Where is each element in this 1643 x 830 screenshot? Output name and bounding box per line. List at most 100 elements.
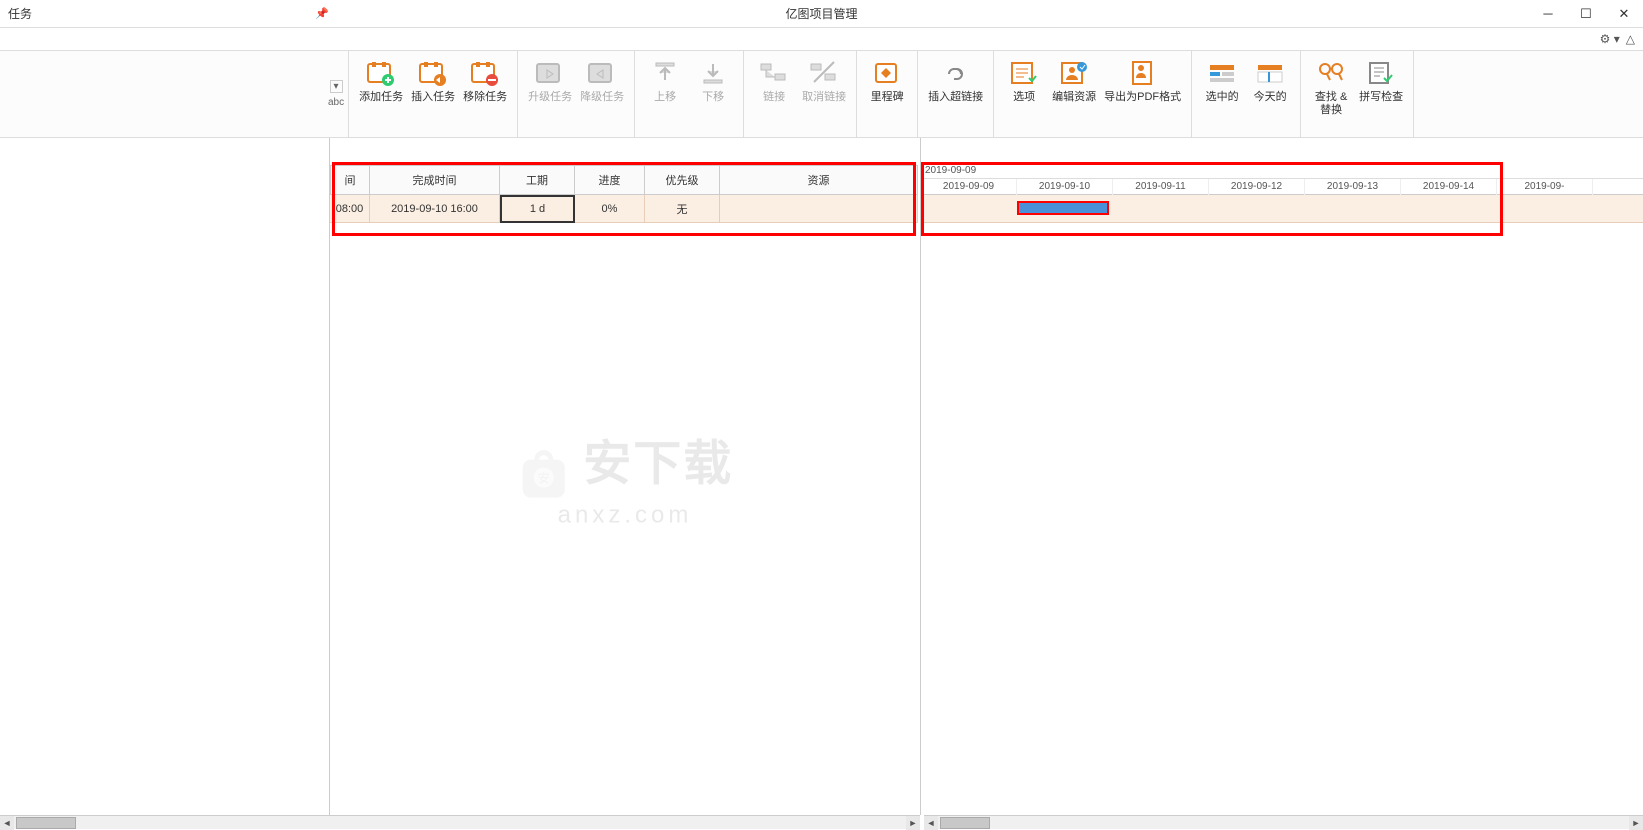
timeline-date[interactable]: 2019-09-11 xyxy=(1113,179,1209,195)
timeline-row[interactable] xyxy=(921,195,1643,223)
timeline-date[interactable]: 2019-09-10 xyxy=(1017,179,1113,195)
dropdown-icon[interactable]: ▾ xyxy=(330,80,343,93)
col-duration[interactable]: 工期 xyxy=(500,165,575,195)
options-button[interactable]: 选项 xyxy=(1000,55,1048,106)
scroll-track[interactable] xyxy=(14,816,906,830)
selected-button[interactable]: 选中的 xyxy=(1198,55,1246,106)
ribbon-group-hyperlink: 插入超链接 xyxy=(918,51,994,137)
remove-task-button[interactable]: 移除任务 xyxy=(459,55,511,106)
move-down-button[interactable]: 下移 xyxy=(689,55,737,106)
spell-check-icon xyxy=(1365,57,1397,89)
workspace: 间 完成时间 工期 进度 优先级 资源 08:00 2019-09-10 16:… xyxy=(0,138,1643,815)
upgrade-task-button[interactable]: 升级任务 xyxy=(524,55,576,106)
scroll-track[interactable] xyxy=(938,816,1629,830)
gantt-bar[interactable] xyxy=(1017,201,1109,215)
move-up-label: 上移 xyxy=(654,91,676,104)
add-task-label: 添加任务 xyxy=(359,91,403,104)
unlink-button[interactable]: 取消链接 xyxy=(798,55,850,106)
col-resource[interactable]: 资源 xyxy=(720,165,918,195)
watermark-text: 安下载 xyxy=(583,437,733,490)
link-button[interactable]: 链接 xyxy=(750,55,798,106)
hscroll-right[interactable]: ◄ ► xyxy=(924,815,1643,829)
spell-check-button[interactable]: 拼写检查 xyxy=(1355,55,1407,106)
ribbon: ▾ abc 添加任务 插入任务 移除任务 升级任务 降级任务 上移 xyxy=(0,50,1643,138)
edit-resource-button[interactable]: 编辑资源 xyxy=(1048,55,1100,106)
timeline-start-label: 2019-09-09 xyxy=(921,165,1643,179)
insert-task-label: 插入任务 xyxy=(411,91,455,104)
pin-icon[interactable]: 📌 xyxy=(315,7,329,20)
insert-hyperlink-button[interactable]: 插入超链接 xyxy=(924,55,987,106)
find-replace-button[interactable]: 查找 & 替换 xyxy=(1307,55,1355,119)
cell-start-partial[interactable]: 08:00 xyxy=(330,195,370,223)
timeline-date[interactable]: 2019-09-14 xyxy=(1401,179,1497,195)
scroll-left-icon[interactable]: ◄ xyxy=(0,816,14,830)
insert-task-button[interactable]: 插入任务 xyxy=(407,55,459,106)
abc-button[interactable]: abc xyxy=(328,97,344,108)
ribbon-mini-column: ▾ abc xyxy=(328,51,349,137)
col-progress[interactable]: 进度 xyxy=(575,165,645,195)
timeline-date[interactable]: 2019-09-12 xyxy=(1209,179,1305,195)
find-replace-label: 查找 & 替换 xyxy=(1315,91,1347,117)
unlink-label: 取消链接 xyxy=(802,91,846,104)
ribbon-group-tasks: 添加任务 插入任务 移除任务 xyxy=(349,51,518,137)
options-icon xyxy=(1008,57,1040,89)
col-priority[interactable]: 优先级 xyxy=(645,165,720,195)
titlebar: 任务 📌 亿图项目管理 ─ ☐ ✕ xyxy=(0,0,1643,28)
milestone-icon xyxy=(871,57,903,89)
selected-label: 选中的 xyxy=(1206,91,1239,104)
edit-resource-label: 编辑资源 xyxy=(1052,91,1096,104)
move-up-button[interactable]: 上移 xyxy=(641,55,689,106)
cell-finish[interactable]: 2019-09-10 16:00 xyxy=(370,195,500,223)
hscroll-left[interactable]: ◄ ► xyxy=(0,815,920,829)
link-label: 链接 xyxy=(763,91,785,104)
cell-progress[interactable]: 0% xyxy=(575,195,645,223)
hyperlink-label: 插入超链接 xyxy=(928,91,983,104)
gear-icon[interactable]: ⚙ ▾ xyxy=(1600,32,1620,46)
scroll-right-icon[interactable]: ► xyxy=(906,816,920,830)
export-pdf-icon xyxy=(1127,57,1159,89)
remove-task-label: 移除任务 xyxy=(463,91,507,104)
table-row[interactable]: 08:00 2019-09-10 16:00 1 d 0% 无 xyxy=(330,195,920,223)
ribbon-group-view: 选中的 今天的 xyxy=(1192,51,1301,137)
cell-priority[interactable]: 无 xyxy=(645,195,720,223)
task-panel xyxy=(0,138,330,815)
svg-text:安: 安 xyxy=(538,471,550,486)
today-label: 今天的 xyxy=(1254,91,1287,104)
timeline-header: 2019-09-09 2019-09-092019-09-102019-09-1… xyxy=(921,165,1643,195)
upgrade-label: 升级任务 xyxy=(528,91,572,104)
timeline-dates: 2019-09-092019-09-102019-09-112019-09-12… xyxy=(921,179,1643,195)
scroll-thumb[interactable] xyxy=(940,817,990,829)
scroll-thumb[interactable] xyxy=(16,817,76,829)
options-label: 选项 xyxy=(1013,91,1035,104)
col-finish-time[interactable]: 完成时间 xyxy=(370,165,500,195)
timeline-date[interactable]: 2019-09- xyxy=(1497,179,1593,195)
today-button[interactable]: 今天的 xyxy=(1246,55,1294,106)
maximize-button[interactable]: ☐ xyxy=(1567,0,1605,28)
task-grid: 间 完成时间 工期 进度 优先级 资源 08:00 2019-09-10 16:… xyxy=(330,138,920,815)
ribbon-group-move: 上移 下移 xyxy=(635,51,744,137)
timeline-date[interactable]: 2019-09-09 xyxy=(921,179,1017,195)
export-pdf-label: 导出为PDF格式 xyxy=(1104,91,1181,104)
grid-header: 间 完成时间 工期 进度 优先级 资源 xyxy=(330,165,920,195)
minimize-button[interactable]: ─ xyxy=(1529,0,1567,28)
downgrade-task-button[interactable]: 降级任务 xyxy=(576,55,628,106)
scroll-left-icon[interactable]: ◄ xyxy=(924,816,938,830)
cell-resource[interactable] xyxy=(720,195,918,223)
export-pdf-button[interactable]: 导出为PDF格式 xyxy=(1100,55,1185,106)
selected-icon xyxy=(1206,57,1238,89)
spell-check-label: 拼写检查 xyxy=(1359,91,1403,104)
watermark-url: anxz.com xyxy=(517,502,733,530)
collapse-ribbon-icon[interactable]: △ xyxy=(1626,32,1635,46)
move-up-icon xyxy=(649,57,681,89)
timeline-date[interactable]: 2019-09-13 xyxy=(1305,179,1401,195)
cell-duration[interactable]: 1 d xyxy=(500,195,575,223)
window-controls: ─ ☐ ✕ xyxy=(1529,0,1643,28)
add-task-icon xyxy=(365,57,397,89)
col-time-partial[interactable]: 间 xyxy=(330,165,370,195)
milestone-button[interactable]: 里程碑 xyxy=(863,55,911,106)
add-task-button[interactable]: 添加任务 xyxy=(355,55,407,106)
scroll-right-icon[interactable]: ► xyxy=(1629,816,1643,830)
close-button[interactable]: ✕ xyxy=(1605,0,1643,28)
ribbon-group-find: 查找 & 替换 拼写检查 xyxy=(1301,51,1414,137)
panel-title: 任务 xyxy=(0,5,32,22)
